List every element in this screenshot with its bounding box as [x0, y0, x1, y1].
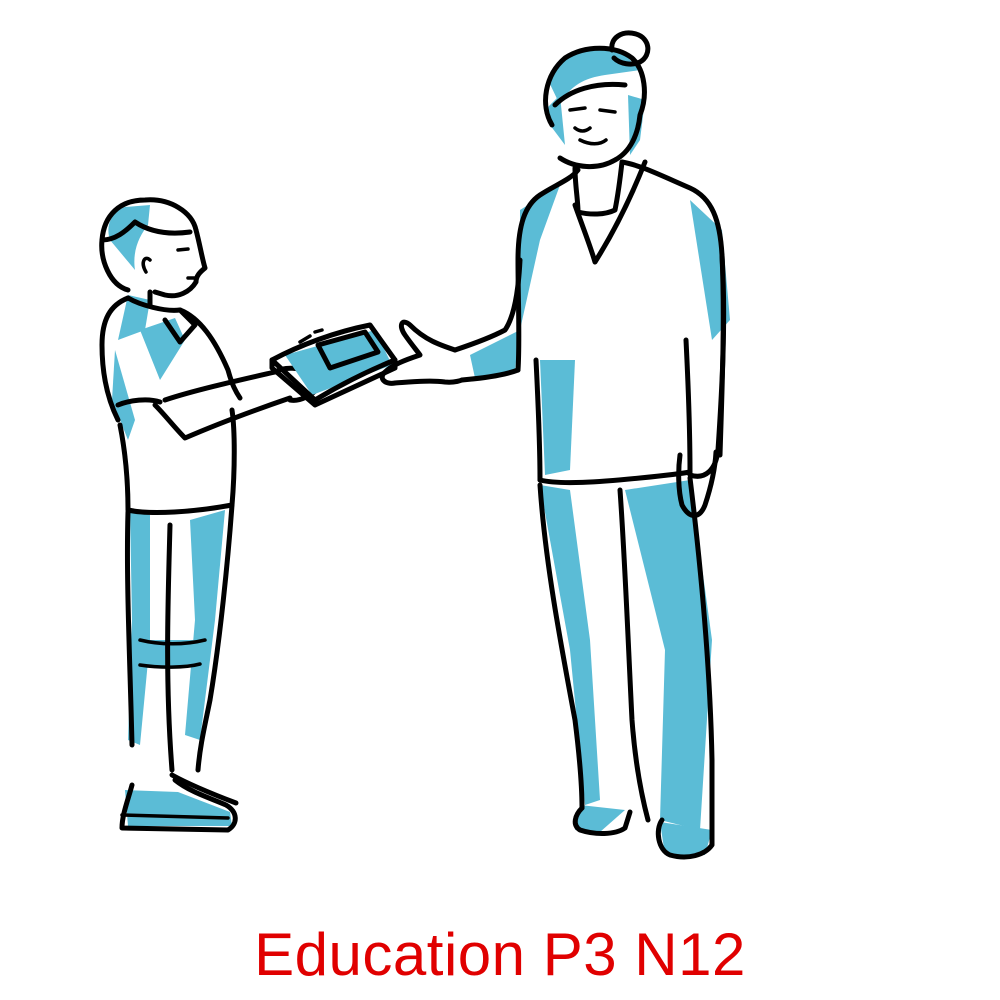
illustration-canvas: Education P3 N12 — [0, 0, 1000, 1000]
caption-text: Education P3 N12 — [254, 921, 746, 988]
boy-figure — [99, 197, 321, 833]
book-icon — [269, 322, 398, 408]
scene-illustration — [99, 30, 730, 860]
older-woman-figure — [379, 30, 730, 860]
